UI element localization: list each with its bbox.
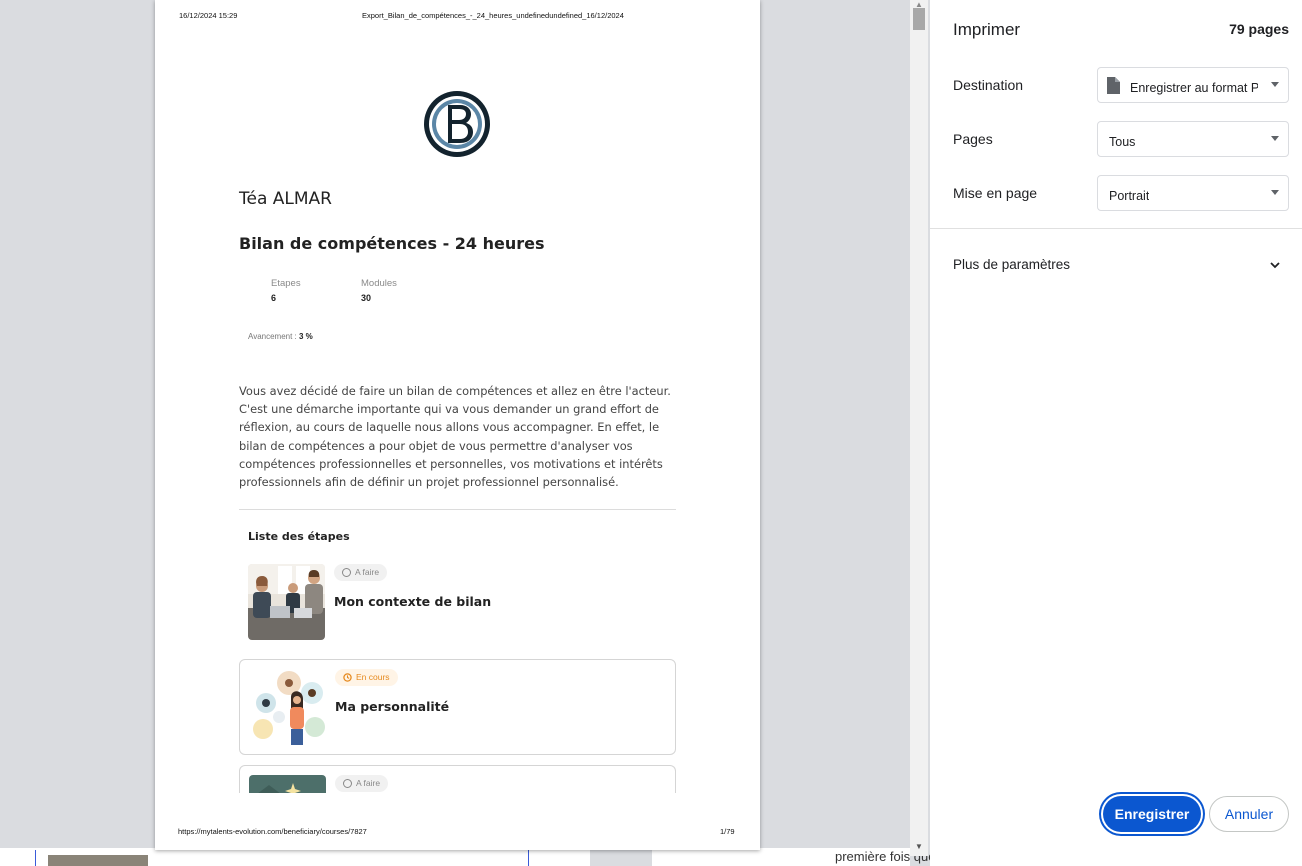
- underlying-border: [35, 850, 36, 866]
- status-badge: En cours: [335, 669, 398, 686]
- chevron-down-icon: [1271, 82, 1279, 87]
- cancel-button[interactable]: Annuler: [1209, 796, 1289, 832]
- page-header-title: Export_Bilan_de_compétences_-_24_heures_…: [362, 11, 624, 20]
- save-button[interactable]: Enregistrer: [1103, 796, 1201, 832]
- scroll-down-arrow-icon[interactable]: ▼: [915, 842, 923, 851]
- print-preview-page: 16/12/2024 15:29 Export_Bilan_de_compéte…: [155, 0, 760, 850]
- step-illustration-personality: [249, 669, 326, 745]
- file-icon: [1107, 77, 1120, 94]
- steps-heading: Liste des étapes: [248, 530, 350, 543]
- page-count: 79 pages: [1229, 21, 1289, 37]
- destination-label: Destination: [953, 77, 1024, 93]
- layout-label: Mise en page: [953, 185, 1038, 201]
- page-footer-url: https://mytalents-evolution.com/benefici…: [178, 827, 367, 836]
- layout-value: Portrait: [1109, 189, 1150, 203]
- course-title: Bilan de compétences - 24 heures: [239, 234, 545, 253]
- more-settings-toggle[interactable]: Plus de paramètres: [953, 257, 1070, 272]
- intro-paragraph: Vous avez décidé de faire un bilan de co…: [239, 384, 671, 490]
- status-label: A faire: [356, 778, 381, 788]
- step-title: Mon contexte de bilan: [334, 594, 492, 609]
- chevron-down-icon: [1271, 190, 1279, 195]
- chevron-down-icon: [1271, 136, 1279, 141]
- beneficiary-name: Téa ALMAR: [239, 189, 332, 209]
- underlying-thumbnail: [48, 855, 148, 866]
- progress-value: 3 %: [299, 332, 313, 341]
- progress-text: Avancement : 3 %: [248, 332, 313, 341]
- page-footer-area: [155, 793, 760, 850]
- destination-select[interactable]: Enregistrer au format PDF: [1097, 67, 1289, 103]
- status-label: A faire: [355, 567, 380, 577]
- circle-icon: [342, 568, 351, 577]
- page-footer-number: 1/79: [720, 827, 735, 836]
- circle-icon: [343, 779, 352, 788]
- stat-modules: Modules 30: [361, 278, 397, 303]
- status-badge: A faire: [335, 775, 389, 792]
- clock-icon: [343, 673, 352, 682]
- brand-logo: [424, 91, 490, 157]
- print-settings-panel: Imprimer 79 pages Destination Enregistre…: [930, 0, 1302, 866]
- destination-value: Enregistrer au format PDF: [1130, 81, 1258, 95]
- stat-steps: Etapes 6: [271, 278, 301, 303]
- print-dialog-title: Imprimer: [953, 20, 1021, 39]
- settings-divider: [930, 228, 1302, 229]
- pages-value: Tous: [1109, 135, 1136, 149]
- step-illustration-meeting: [248, 564, 325, 640]
- step-illustration: [249, 775, 326, 794]
- status-badge: A faire: [334, 564, 388, 581]
- step-card: En cours Ma personnalité: [239, 659, 676, 755]
- preview-scrollbar[interactable]: ▲ ▼: [910, 0, 928, 856]
- layout-select[interactable]: Portrait: [1097, 175, 1289, 211]
- pages-select[interactable]: Tous: [1097, 121, 1289, 157]
- stat-label: Etapes: [271, 278, 301, 289]
- step-card: A faire Mon contexte de bilan: [239, 558, 676, 654]
- stat-label: Modules: [361, 278, 397, 289]
- scrollbar-thumb[interactable]: [913, 8, 925, 30]
- chevron-down-icon[interactable]: [1268, 258, 1282, 272]
- page-header-date: 16/12/2024 15:29: [179, 11, 238, 20]
- progress-label: Avancement :: [248, 332, 299, 341]
- underlying-border: [528, 850, 529, 866]
- step-title: Ma personnalité: [335, 699, 450, 714]
- stat-value: 30: [361, 293, 372, 303]
- pages-label: Pages: [953, 131, 993, 147]
- section-divider: [239, 509, 676, 510]
- status-label: En cours: [356, 672, 390, 682]
- stat-value: 6: [271, 293, 277, 303]
